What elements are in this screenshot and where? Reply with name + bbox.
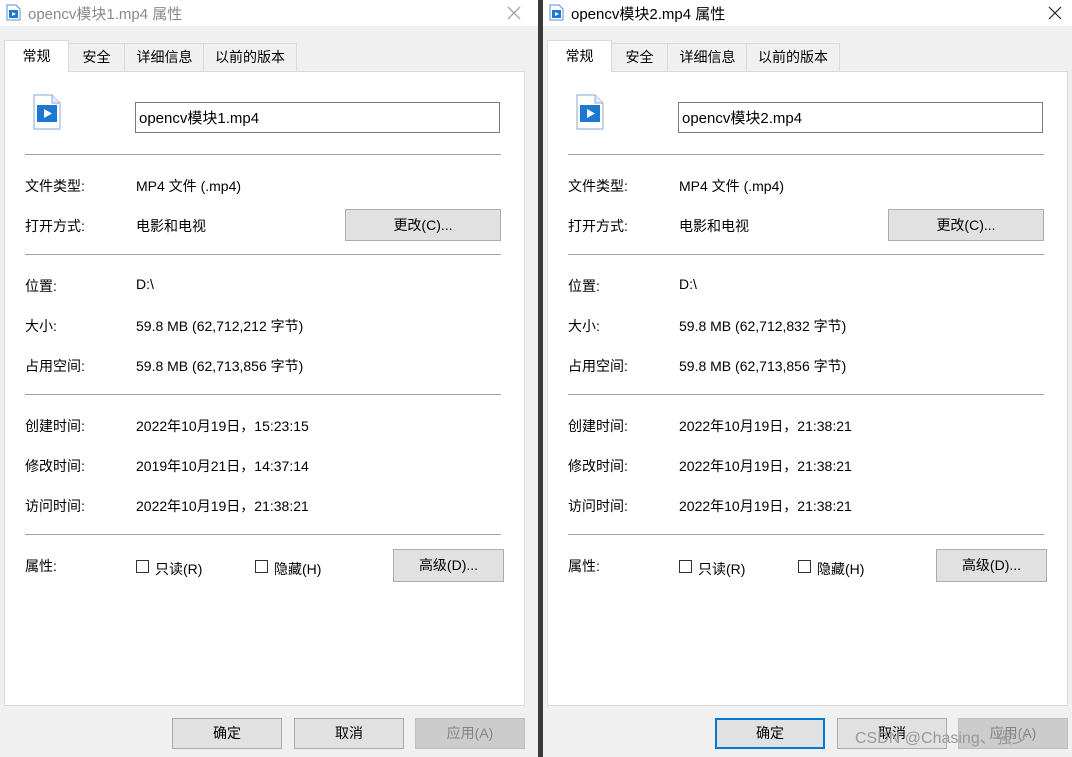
readonly-checkbox[interactable] [136,560,149,573]
modified-label: 修改时间: [568,458,628,474]
tab-previous-versions[interactable]: 以前的版本 [746,43,840,71]
tab-general[interactable]: 常规 [547,40,612,72]
change-button[interactable]: 更改(C)... [345,209,501,241]
size-on-disk-label: 占用空间: [25,358,85,374]
divider [25,534,501,535]
opens-with-value: 电影和电视 [679,218,749,234]
opens-with-label: 打开方式: [568,218,628,234]
apply-button[interactable]: 应用(A) [415,718,525,749]
file-type-label: 文件类型: [568,178,628,194]
modified-value: 2022年10月19日，21:38:21 [679,458,852,474]
filename-field[interactable] [678,102,1043,133]
size-value: 59.8 MB (62,712,212 字节) [136,318,304,334]
general-panel: 文件类型: MP4 文件 (.mp4) 打开方式: 电影和电视 更改(C)...… [547,71,1068,706]
file-type-value: MP4 文件 (.mp4) [679,178,785,194]
accessed-value: 2022年10月19日，21:38:21 [679,498,852,514]
tab-details[interactable]: 详细信息 [667,43,748,71]
accessed-label: 访问时间: [25,498,85,514]
created-value: 2022年10月19日，21:38:21 [679,418,852,434]
divider [568,154,1044,155]
divider [568,394,1044,395]
video-file-icon [576,94,604,130]
tab-security[interactable]: 安全 [67,43,126,71]
advanced-button[interactable]: 高级(D)... [393,549,504,582]
advanced-button[interactable]: 高级(D)... [936,549,1047,582]
window-title: opencv模块1.mp4 属性 [28,6,183,23]
file-type-value: MP4 文件 (.mp4) [136,178,242,194]
divider [568,254,1044,255]
tab-general[interactable]: 常规 [4,40,69,72]
opens-with-value: 电影和电视 [136,218,206,234]
opens-with-label: 打开方式: [25,218,85,234]
ok-button[interactable]: 确定 [172,718,282,749]
size-on-disk-value: 59.8 MB (62,713,856 字节) [679,358,847,374]
size-on-disk-value: 59.8 MB (62,713,856 字节) [136,358,304,374]
divider [568,534,1044,535]
divider [25,154,501,155]
size-on-disk-label: 占用空间: [568,358,628,374]
window-title: opencv模块2.mp4 属性 [571,6,726,23]
readonly-label: 只读(R) [698,561,746,577]
change-button[interactable]: 更改(C)... [888,209,1044,241]
created-label: 创建时间: [25,418,85,434]
close-icon [507,6,521,20]
tab-previous-versions[interactable]: 以前的版本 [203,43,297,71]
title-bar: opencv模块2.mp4 属性 [543,0,1072,26]
video-file-icon [33,94,61,130]
size-value: 59.8 MB (62,712,832 字节) [679,318,847,334]
divider [25,254,501,255]
accessed-label: 访问时间: [568,498,628,514]
location-label: 位置: [25,278,57,294]
close-button[interactable] [1038,0,1072,26]
location-label: 位置: [568,278,600,294]
tab-security[interactable]: 安全 [610,43,669,71]
location-value: D:\ [679,276,697,292]
created-value: 2022年10月19日，15:23:15 [136,418,309,434]
size-label: 大小: [25,318,57,334]
modified-value: 2019年10月21日，14:37:14 [136,458,309,474]
properties-dialog-1: opencv模块1.mp4 属性 常规 安全 详细信息 以前的版本 文件类型: … [0,0,538,757]
modified-label: 修改时间: [25,458,85,474]
video-file-icon [6,4,21,21]
attributes-label: 属性: [25,558,57,574]
ok-button[interactable]: 确定 [715,718,825,749]
readonly-label: 只读(R) [155,561,203,577]
title-bar: opencv模块1.mp4 属性 [0,0,538,26]
watermark: CSDN @Chasing、强少 [855,730,1028,747]
close-icon [1048,6,1062,20]
hidden-label: 隐藏(H) [817,561,865,577]
video-file-icon [549,4,564,21]
created-label: 创建时间: [568,418,628,434]
attributes-label: 属性: [568,558,600,574]
accessed-value: 2022年10月19日，21:38:21 [136,498,309,514]
file-type-label: 文件类型: [25,178,85,194]
readonly-checkbox[interactable] [679,560,692,573]
hidden-checkbox[interactable] [255,560,268,573]
size-label: 大小: [568,318,600,334]
filename-field[interactable] [135,102,500,133]
properties-dialog-2: opencv模块2.mp4 属性 常规 安全 详细信息 以前的版本 文件类型: … [543,0,1072,757]
cancel-button[interactable]: 取消 [294,718,404,749]
location-value: D:\ [136,276,154,292]
close-button[interactable] [497,0,531,26]
hidden-checkbox[interactable] [798,560,811,573]
tab-details[interactable]: 详细信息 [124,43,205,71]
hidden-label: 隐藏(H) [274,561,322,577]
divider [25,394,501,395]
general-panel: 文件类型: MP4 文件 (.mp4) 打开方式: 电影和电视 更改(C)...… [4,71,525,706]
